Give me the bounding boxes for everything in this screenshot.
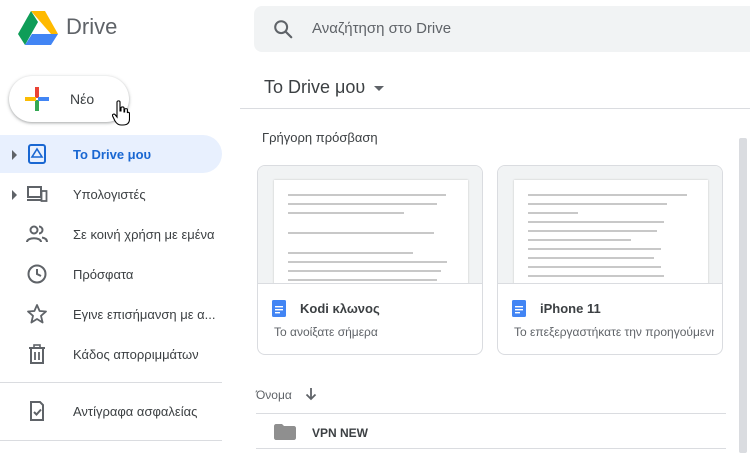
app-title: Drive — [66, 14, 118, 39]
sidebar-item-label: Αντίγραφα ασφαλείας — [73, 404, 198, 419]
hand-cursor-icon — [112, 100, 130, 126]
plus-icon — [25, 87, 49, 111]
folder-icon — [274, 424, 296, 440]
sidebar-item-trash[interactable]: Κάδος απορριμμάτων — [0, 335, 222, 373]
new-button[interactable]: Νέο — [9, 76, 129, 122]
search-icon[interactable] — [272, 18, 294, 40]
chevron-down-icon[interactable] — [374, 86, 384, 91]
google-drive-logo[interactable] — [18, 10, 58, 46]
document-thumbnail — [258, 166, 482, 284]
document-thumbnail — [498, 166, 722, 284]
quick-access-card[interactable]: iPhone 11 Το επεξεργαστήκατε την προηγού… — [497, 165, 723, 355]
card-title: Kodi κλωνος — [300, 301, 380, 316]
sidebar-item-my-drive[interactable]: Το Drive μου — [0, 135, 222, 173]
row-name: VPN NEW — [312, 426, 369, 440]
header: Drive Αναζήτηση στο Drive — [0, 0, 750, 62]
name-column-header[interactable]: Όνομα — [256, 388, 292, 402]
backup-icon — [30, 401, 44, 421]
sidebar-item-recent[interactable]: Πρόσφατα — [0, 255, 222, 293]
scrollbar[interactable] — [739, 138, 747, 453]
expand-caret-icon[interactable] — [12, 190, 17, 200]
sidebar-item-label: Πρόσφατα — [73, 267, 134, 282]
sidebar-item-label: Σε κοινή χρήση με εμένα — [73, 227, 215, 242]
list-divider — [256, 448, 726, 449]
expand-caret-icon[interactable] — [12, 150, 17, 160]
sidebar-item-label: Εγινε επισήμανση με α... — [73, 307, 216, 322]
sidebar-item-computers[interactable]: Υπολογιστές — [0, 175, 222, 213]
sidebar-item-label: Το Drive μου — [73, 147, 152, 162]
clock-icon — [27, 264, 47, 284]
quick-access-title: Γρήγορη πρόσβαση — [262, 130, 378, 145]
quick-access-card[interactable]: Kodi κλωνος Το ανοίξατε σήμερα — [257, 165, 483, 355]
trash-icon — [29, 344, 45, 364]
new-button-label: Νέο — [70, 91, 95, 107]
arrow-down-icon[interactable] — [304, 386, 318, 402]
sidebar-item-starred[interactable]: Εγινε επισήμανση με α... — [0, 295, 222, 333]
sidebar-item-label: Υπολογιστές — [73, 187, 146, 202]
main-header-divider — [240, 108, 750, 109]
sidebar-divider — [0, 440, 222, 441]
page-title[interactable]: Το Drive μου — [264, 77, 365, 98]
list-divider — [256, 413, 726, 414]
search-input[interactable]: Αναζήτηση στο Drive — [312, 20, 451, 37]
search-bar[interactable]: Αναζήτηση στο Drive — [254, 6, 750, 52]
card-subtitle: Το επεξεργαστήκατε την προηγούμενη — [514, 325, 714, 339]
sidebar-divider — [0, 382, 222, 383]
star-icon — [27, 304, 47, 324]
sidebar-item-label: Κάδος απορριμμάτων — [73, 347, 199, 362]
card-title: iPhone 11 — [540, 301, 601, 316]
computers-icon — [27, 186, 48, 202]
google-docs-icon — [512, 300, 526, 317]
card-subtitle: Το ανοίξατε σήμερα — [274, 325, 378, 339]
google-docs-icon — [272, 300, 286, 317]
sidebar-item-backups[interactable]: Αντίγραφα ασφαλείας — [0, 392, 222, 430]
sidebar-item-shared[interactable]: Σε κοινή χρήση με εμένα — [0, 215, 222, 253]
shared-icon — [26, 225, 48, 243]
my-drive-icon — [28, 144, 46, 164]
